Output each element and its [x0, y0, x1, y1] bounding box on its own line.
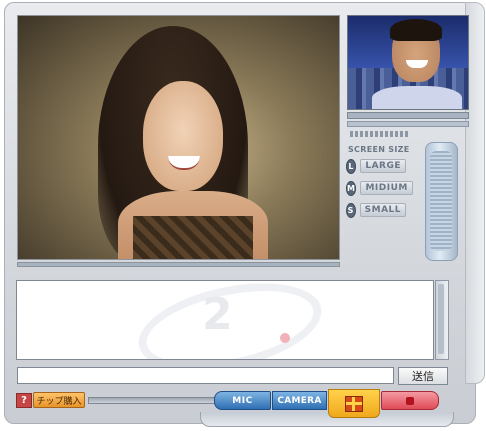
side-scrollbar-grip[interactable]	[430, 151, 452, 251]
send-button[interactable]: 送信	[398, 367, 448, 385]
mic-button[interactable]: MIC	[214, 391, 271, 410]
size-small-badge: S	[346, 202, 356, 218]
size-medium-button[interactable]: M MIDIUM	[346, 180, 413, 196]
chat-scrollbar[interactable]	[435, 280, 449, 360]
size-large-label: LARGE	[360, 159, 406, 173]
video-performer-top	[133, 216, 253, 259]
chat-scrollbar-thumb[interactable]	[438, 284, 444, 354]
stop-icon	[406, 396, 414, 405]
toolbar-rail	[88, 397, 218, 404]
main-video-feed	[17, 15, 340, 260]
watermark-logo-dot	[280, 333, 290, 343]
size-large-button[interactable]: L LARGE	[346, 158, 406, 174]
size-medium-badge: M	[346, 180, 357, 196]
gift-button[interactable]	[328, 389, 380, 418]
toolbar-base-tab	[200, 412, 454, 427]
side-scrollbar[interactable]	[425, 142, 458, 261]
gift-icon	[345, 395, 363, 412]
thumbnail-volume-bar[interactable]	[347, 112, 469, 119]
size-medium-label: MIDIUM	[360, 181, 413, 195]
buy-chips-button[interactable]: チップ購入	[33, 392, 85, 408]
message-input[interactable]	[17, 367, 394, 384]
camera-thumbnail	[347, 15, 469, 110]
thumbnail-caption-line	[350, 131, 410, 137]
video-underline-bar	[17, 262, 340, 267]
size-small-button[interactable]: S SMALL	[346, 202, 406, 218]
size-small-label: SMALL	[359, 203, 406, 217]
help-icon[interactable]: ?	[16, 393, 32, 408]
video-performer-face	[143, 81, 223, 191]
thumbnail-person-hair	[390, 19, 442, 41]
size-large-badge: L	[346, 158, 357, 174]
camera-button[interactable]: CAMERA	[272, 391, 327, 410]
thumbnail-person-shirt	[372, 86, 462, 109]
stop-button[interactable]	[381, 391, 439, 410]
screen-size-label: SCREEN SIZE	[348, 145, 410, 154]
chat-log[interactable]: 2	[16, 280, 434, 360]
thumbnail-level-bar	[347, 121, 469, 127]
watermark-logo-number: 2	[202, 289, 233, 340]
